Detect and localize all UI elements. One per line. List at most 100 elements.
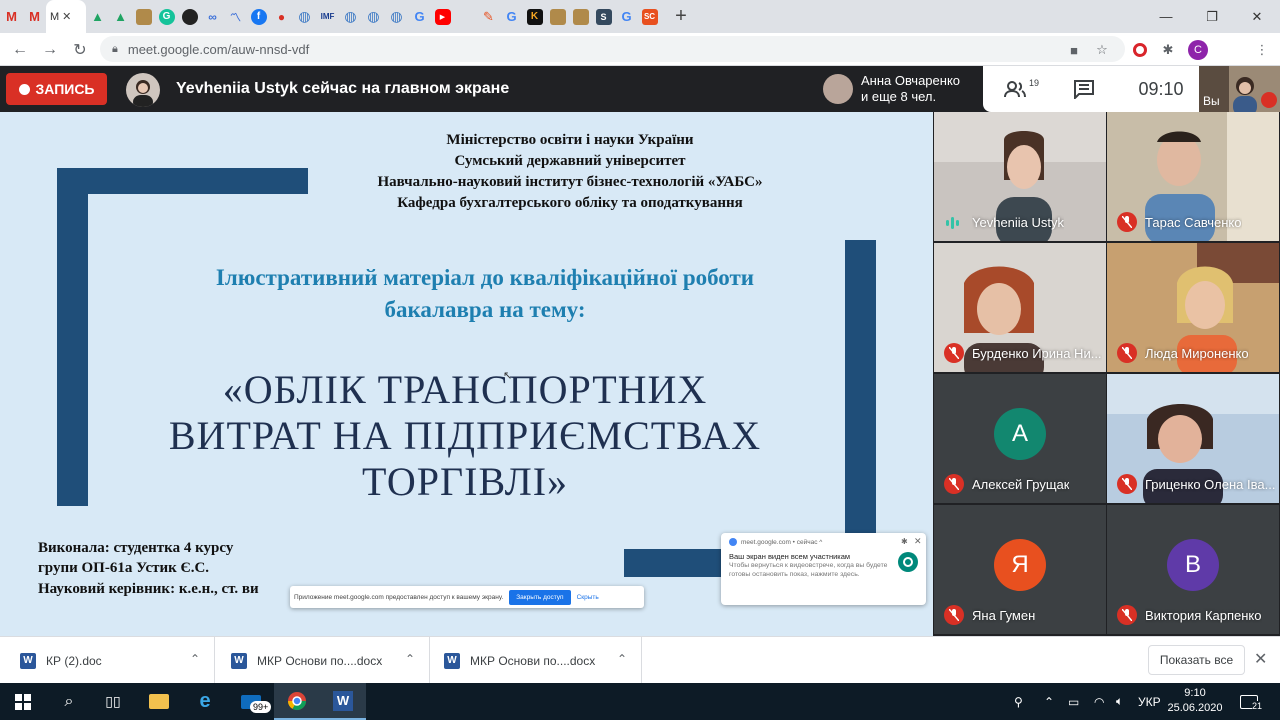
download-filename: КР (2).doc (46, 653, 102, 668)
joined-participants-notice[interactable]: Анна Овчаренко и еще 8 чел. (823, 68, 983, 110)
language-indicator[interactable]: УКР (1138, 683, 1161, 720)
tab-drive-2[interactable]: ▲ (109, 0, 132, 33)
ki-logo-icon: K (526, 8, 543, 25)
tab-imf[interactable]: IMF (316, 0, 339, 33)
tab-ki[interactable]: K (523, 0, 546, 33)
download-item[interactable]: W МКР Основи по....docx ⌃ (215, 637, 430, 684)
minimize-button[interactable]: — (1143, 0, 1189, 33)
participant-tile[interactable]: Тарас Савченко (1107, 112, 1279, 241)
participant-initial-avatar: В (1167, 539, 1219, 591)
tab-link[interactable]: ∞ (201, 0, 224, 33)
menu-kebab-icon[interactable]: ⋮ (1252, 40, 1272, 60)
tab-globe-3[interactable]: ◍ (362, 0, 385, 33)
participant-tile[interactable]: Я Яна Гумен (934, 505, 1106, 634)
tab-github[interactable] (178, 0, 201, 33)
participant-tile[interactable]: Люда Мироненко (1107, 243, 1279, 372)
download-item[interactable]: W МКР Основи по....docx ⌃ (430, 637, 642, 684)
tab-site-3[interactable]: ● (270, 0, 293, 33)
camera-icon[interactable]: ■ (1064, 40, 1084, 60)
participant-tile[interactable]: Yevheniia Ustyk (934, 112, 1106, 241)
tab-site-6[interactable] (569, 0, 592, 33)
show-all-downloads-button[interactable]: Показать все (1148, 645, 1245, 675)
tab-google-1[interactable]: G (408, 0, 431, 33)
tab-drive-1[interactable]: ▲ (86, 0, 109, 33)
notification-count: 21 (1252, 701, 1263, 711)
chevron-up-icon[interactable]: ⌃ (1044, 683, 1060, 720)
task-view-icon: ▯▯ (105, 693, 121, 709)
taskbar-word[interactable]: W (320, 683, 366, 720)
taskbar-mail[interactable]: 99+ (228, 683, 274, 720)
tab-grammarly[interactable]: G (155, 0, 178, 33)
back-button[interactable]: ← (8, 38, 32, 62)
participant-name: Алексей Грущак (972, 477, 1070, 492)
tab-globe-1[interactable]: ◍ (293, 0, 316, 33)
opera-extension-icon[interactable] (1130, 40, 1150, 60)
desktop-notification[interactable]: meet.google.com • сейчас ^ ✱ ✕ Ваш экран… (721, 533, 926, 605)
new-tab-button[interactable]: + (667, 0, 695, 33)
chat-button[interactable] (1069, 66, 1099, 112)
tab-youtube[interactable]: ▶ (431, 0, 454, 33)
action-center-button[interactable]: 21 (1240, 683, 1266, 720)
start-button[interactable] (0, 683, 46, 720)
meet-logo-icon (898, 552, 918, 572)
profile-avatar[interactable]: C (1188, 40, 1208, 60)
slide-frame-top (57, 168, 308, 194)
tab-facebook[interactable]: f (247, 0, 270, 33)
settings-gear-icon[interactable]: ✱ (901, 537, 908, 546)
search-icon: ⌕ (64, 692, 74, 710)
self-view-tile[interactable]: Вы (1199, 66, 1280, 112)
forward-button[interactable]: → (38, 38, 62, 62)
participants-button[interactable]: 19 (1001, 66, 1041, 112)
taskbar-explorer[interactable] (136, 683, 182, 720)
chevron-up-icon[interactable]: ⌃ (405, 652, 415, 666)
windows-logo-icon (15, 693, 31, 710)
chevron-up-icon[interactable]: ⌃ (190, 652, 200, 666)
close-icon[interactable]: ✕ (914, 536, 922, 547)
recording-badge[interactable]: ЗАПИСЬ (6, 73, 107, 105)
tab-blank[interactable] (454, 0, 477, 33)
tab-site-4[interactable]: ✎ (477, 0, 500, 33)
notification-source: meet.google.com • сейчас ^ (741, 538, 823, 546)
taskbar-chrome[interactable] (274, 683, 320, 720)
stop-sharing-button[interactable]: Закрыть доступ (509, 589, 571, 605)
close-icon[interactable]: ✕ (62, 10, 71, 23)
address-bar[interactable]: 🔒︎ meet.google.com/auw-nnsd-vdf (100, 36, 1125, 62)
reload-button[interactable]: ↻ (68, 38, 92, 62)
tab-gmail-2[interactable]: M (23, 0, 46, 33)
tab-site-1[interactable] (132, 0, 155, 33)
close-icon[interactable]: ✕ (1254, 649, 1267, 669)
tab-google-3[interactable]: G (615, 0, 638, 33)
window-close-button[interactable]: ✕ (1234, 0, 1280, 33)
title-line: ВИТРАТ НА ПІДПРИЄМСТВАХ (168, 413, 762, 458)
globe-icon: ◍ (344, 8, 357, 24)
chevron-up-icon[interactable]: ⌃ (617, 652, 627, 666)
task-view-button[interactable]: ▯▯ (90, 683, 136, 720)
tab-site-7[interactable]: S (592, 0, 615, 33)
tab-globe-4[interactable]: ◍ (385, 0, 408, 33)
tab-site-8[interactable]: SC (638, 0, 661, 33)
taskbar-edge[interactable]: e (182, 683, 228, 720)
tab-gmail-1[interactable]: M (0, 0, 23, 33)
tab-site-2[interactable]: 〽 (224, 0, 247, 33)
participant-tile[interactable]: А Алексей Грущак (934, 374, 1106, 503)
word-doc-icon: W (231, 652, 247, 669)
tab-meet[interactable]: M ✕ (46, 0, 86, 33)
hide-notice-button[interactable]: Скрыть (577, 594, 599, 601)
extensions-icon[interactable]: ✱ (1158, 40, 1178, 60)
tab-globe-2[interactable]: ◍ (339, 0, 362, 33)
participant-tile[interactable]: Бурденко Ирина Ни... (934, 243, 1106, 372)
record-dot-icon (18, 83, 30, 95)
download-item[interactable]: W КР (2).doc ⌃ (0, 637, 215, 684)
tab-google-2[interactable]: G (500, 0, 523, 33)
system-clock[interactable]: 9:10 25.06.2020 (1160, 686, 1230, 716)
maximize-button[interactable]: ❐ (1189, 0, 1235, 33)
bookmark-star-icon[interactable]: ☆ (1092, 40, 1112, 60)
participant-tile[interactable]: В Виктория Карпенко (1107, 505, 1279, 634)
search-button[interactable]: ⌕ (46, 683, 92, 720)
battery-icon[interactable]: ▭ (1068, 683, 1084, 720)
volume-icon[interactable]: 🔈︎ (1116, 683, 1132, 720)
people-tray-icon[interactable]: ⚲ (1014, 683, 1030, 720)
wifi-icon[interactable]: ◠ (1094, 683, 1110, 720)
participant-tile[interactable]: Гриценко Олена Іва... (1107, 374, 1279, 503)
tab-site-5[interactable] (546, 0, 569, 33)
